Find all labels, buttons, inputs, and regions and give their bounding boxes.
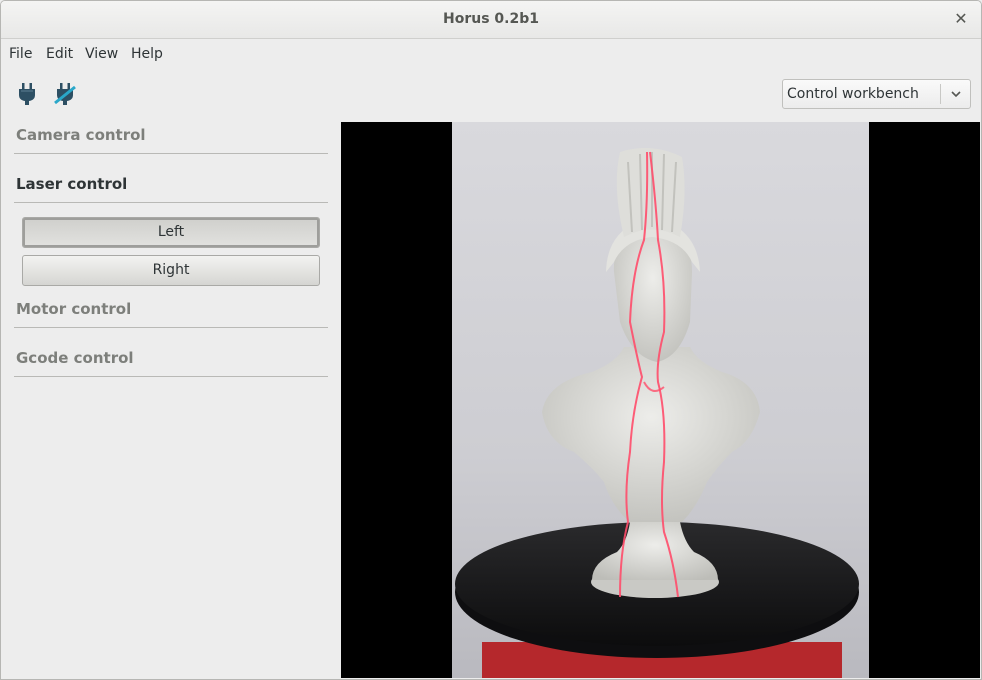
menu-help[interactable]: Help — [131, 46, 163, 62]
divider — [14, 202, 328, 203]
workbench-dropdown[interactable]: Control workbench — [782, 79, 971, 109]
gcode-control-header[interactable]: Gcode control — [16, 349, 134, 367]
camera-control-header[interactable]: Camera control — [16, 126, 146, 144]
menu-bar: File Edit View Help — [1, 40, 981, 68]
divider — [14, 376, 328, 377]
motor-control-header[interactable]: Motor control — [16, 300, 131, 318]
menu-file[interactable]: File — [9, 46, 32, 62]
menu-view[interactable]: View — [85, 46, 118, 62]
divider — [14, 153, 328, 154]
laser-control-header[interactable]: Laser control — [16, 175, 127, 193]
laser-right-button[interactable]: Right — [22, 255, 320, 286]
workbench-selected: Control workbench — [787, 86, 919, 102]
app-window: Horus 0.2b1 ✕ File Edit View Help Contro… — [0, 0, 982, 680]
plug-icon[interactable] — [15, 81, 39, 107]
close-icon[interactable]: ✕ — [953, 10, 969, 28]
camera-image — [452, 122, 869, 678]
plug-disconnect-icon[interactable] — [53, 81, 77, 107]
divider — [14, 327, 328, 328]
title-bar: Horus 0.2b1 ✕ — [1, 1, 981, 39]
window-title: Horus 0.2b1 — [443, 11, 539, 27]
laser-left-button[interactable]: Left — [22, 217, 320, 248]
camera-viewport — [341, 122, 980, 678]
chevron-down-icon[interactable] — [946, 86, 966, 102]
dropdown-separator — [940, 84, 941, 104]
menu-edit[interactable]: Edit — [46, 46, 73, 62]
